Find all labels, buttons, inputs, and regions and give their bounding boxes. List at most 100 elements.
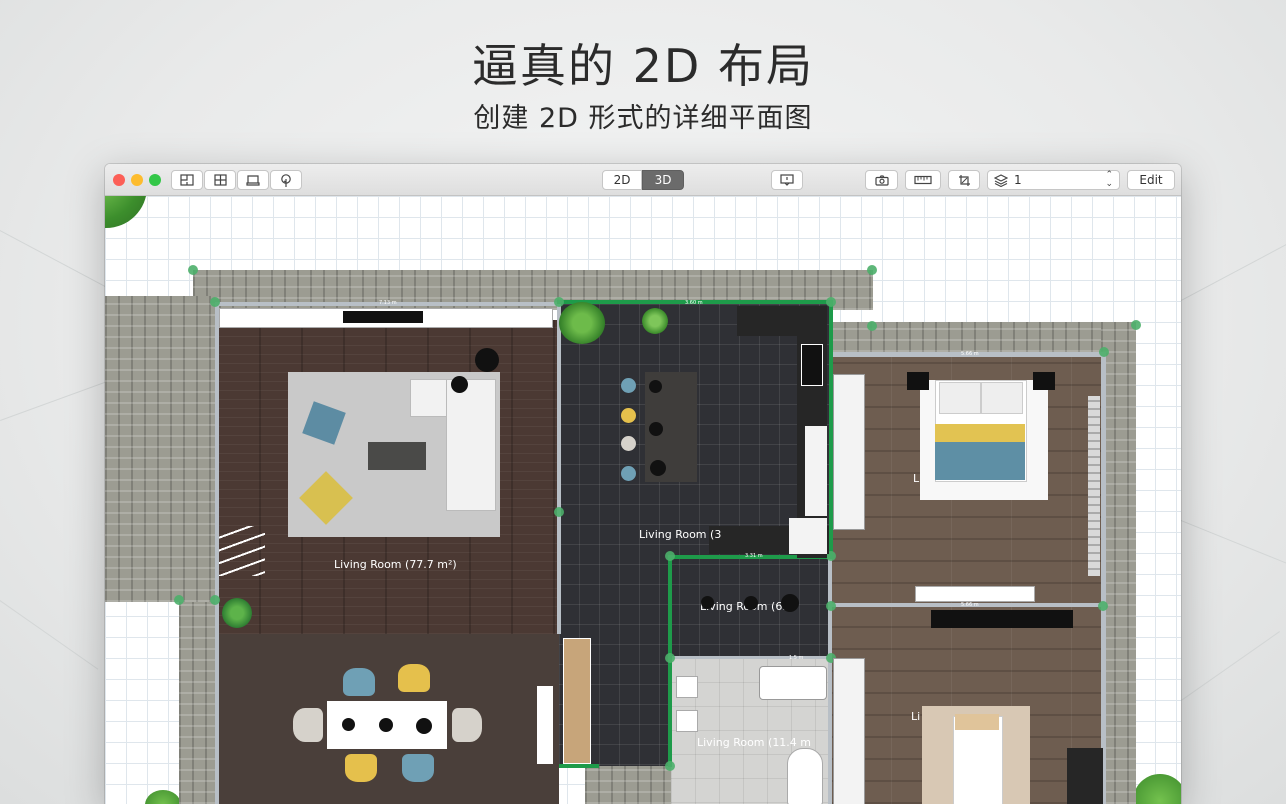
view-3d-label: 3D (654, 173, 672, 187)
wall-node[interactable] (826, 297, 836, 307)
wall-node[interactable] (665, 551, 675, 561)
planter[interactable] (931, 610, 1073, 628)
floor-lamp-small[interactable] (451, 376, 468, 393)
dining-chair[interactable] (402, 754, 434, 782)
tv[interactable] (343, 311, 423, 323)
stool[interactable] (621, 378, 636, 393)
subheadline: 创建 2D 形式的详细平面图 (473, 103, 813, 134)
fridge[interactable] (805, 426, 827, 516)
plant-small[interactable] (642, 308, 668, 334)
hall-lamp (701, 596, 714, 609)
kitchen-counter-top[interactable] (737, 306, 827, 336)
wall-node[interactable] (1098, 601, 1108, 611)
level-value: 1 (1014, 173, 1022, 187)
terrace-right (1101, 322, 1136, 804)
app-window: 2D 3D 1 ⌃ ⌄ Edit Living Room (77.7 m²) L… (105, 164, 1181, 804)
close-button[interactable] (113, 174, 125, 186)
floor-lamp[interactable] (475, 348, 499, 372)
terrace-left-lower (179, 602, 215, 804)
level-select[interactable]: 1 ⌃ ⌄ (987, 170, 1120, 190)
wall-node[interactable] (826, 601, 836, 611)
feedback-button[interactable] (771, 170, 803, 190)
hall-lamp (744, 596, 758, 610)
landscape-tool-button[interactable] (270, 170, 302, 190)
sink[interactable] (801, 344, 823, 386)
furniture-tool-button[interactable] (237, 170, 269, 190)
minimize-button[interactable] (131, 174, 143, 186)
plate (379, 718, 393, 732)
wall-node[interactable] (554, 297, 564, 307)
wall-node[interactable] (665, 653, 675, 663)
dining-chair[interactable] (293, 708, 323, 742)
dining-chair[interactable] (452, 708, 482, 742)
plate (416, 718, 432, 734)
stool[interactable] (621, 466, 636, 481)
view-3d-button[interactable]: 3D (642, 170, 684, 190)
bottom-left-shrub (145, 790, 181, 804)
washbasin[interactable] (676, 710, 698, 732)
room-label: Living Room (3 (639, 528, 722, 541)
zoom-button[interactable] (149, 174, 161, 186)
stool[interactable] (621, 408, 636, 423)
terrace-left (105, 296, 215, 602)
wall-node[interactable] (867, 265, 877, 275)
wall-node[interactable] (1131, 320, 1141, 330)
crop-icon (958, 174, 970, 186)
nightstand[interactable] (1033, 372, 1055, 390)
shelf[interactable] (537, 686, 553, 764)
plant-large[interactable] (559, 302, 605, 344)
wall-node[interactable] (867, 321, 877, 331)
wall-node[interactable] (174, 595, 184, 605)
desk[interactable] (1067, 748, 1103, 804)
coffee-table[interactable] (368, 442, 426, 470)
wardrobe[interactable] (833, 374, 865, 530)
wall-node[interactable] (1099, 347, 1109, 357)
washbasin[interactable] (676, 676, 698, 698)
snapshot-button[interactable] (865, 170, 898, 190)
wall-node[interactable] (210, 297, 220, 307)
measure-button[interactable] (905, 170, 941, 190)
wall-node[interactable] (554, 507, 564, 517)
white-cabinet[interactable] (789, 518, 827, 554)
nightstand[interactable] (907, 372, 929, 390)
room-label: Living Room (77.7 m²) (334, 558, 457, 571)
headline: 逼真的 2D 布局 (472, 39, 814, 93)
grid-tool-button[interactable] (204, 170, 236, 190)
crop-button[interactable] (948, 170, 980, 190)
view-2d-button[interactable]: 2D (602, 170, 642, 190)
bathtub[interactable] (759, 666, 827, 700)
wall-bath-top (671, 656, 831, 659)
pillow (955, 714, 999, 730)
bowl (649, 380, 662, 393)
selected-wall-bottom[interactable] (559, 764, 599, 768)
door-swing[interactable] (219, 526, 265, 576)
wardrobe-lower[interactable] (833, 658, 865, 804)
room-label: Living Room (11.4 m (697, 736, 812, 749)
plate (342, 718, 355, 731)
dining-chair[interactable] (345, 754, 377, 782)
edit-button[interactable]: Edit (1127, 170, 1175, 190)
stool[interactable] (621, 436, 636, 451)
wall-kitchen-right (828, 556, 832, 804)
window-curtain[interactable] (1088, 396, 1100, 576)
wall-node[interactable] (665, 761, 675, 771)
dimension-label: 3.31 m (745, 553, 763, 559)
tv-stand[interactable] (915, 586, 1035, 602)
floor-plan-icon (180, 174, 194, 186)
grid-icon (213, 174, 227, 186)
wall-node[interactable] (210, 595, 220, 605)
wall-node[interactable] (188, 265, 198, 275)
pillow (939, 382, 981, 414)
dimension-label: 3.60 m (685, 300, 703, 306)
toilet[interactable] (787, 748, 823, 804)
plan-canvas[interactable]: Living Room (77.7 m²) Living Room (3 Liv… (105, 196, 1181, 804)
bed-blanket-yellow (935, 424, 1025, 442)
dining-chair[interactable] (398, 664, 430, 692)
dining-chair[interactable] (343, 668, 375, 696)
room-label: L (913, 472, 920, 485)
floor-plan-tool-button[interactable] (171, 170, 203, 190)
sideboard[interactable] (563, 638, 591, 764)
tree-top-left (105, 196, 147, 228)
plant[interactable] (222, 598, 252, 628)
dimension-label: 1.5 m (789, 655, 804, 661)
